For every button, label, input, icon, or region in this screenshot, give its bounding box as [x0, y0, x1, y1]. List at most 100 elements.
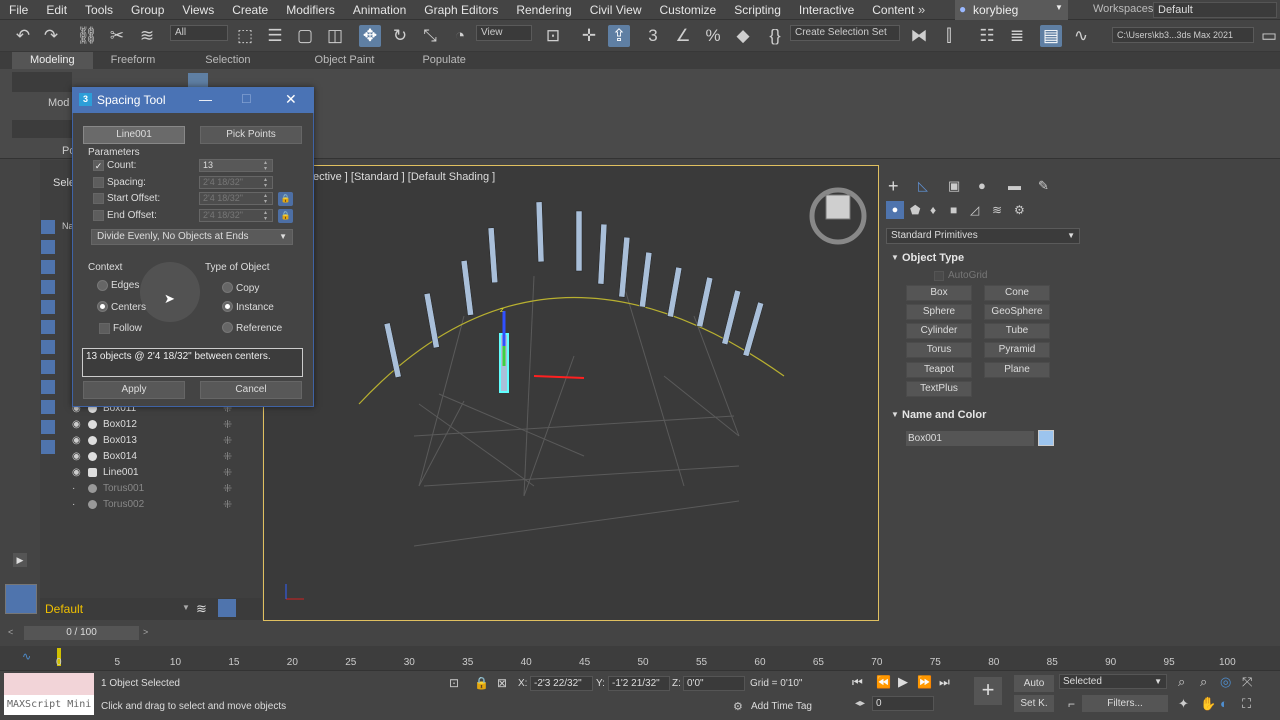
- scene-row[interactable]: ◉ Box012 ⁜: [72, 416, 258, 432]
- menu-rendering[interactable]: Rendering: [507, 0, 580, 20]
- edit-named-selection-icon[interactable]: {}: [764, 25, 786, 47]
- named-selection-set-select[interactable]: Create Selection Set: [790, 25, 900, 41]
- play-icon[interactable]: ▶: [898, 674, 908, 690]
- end-offset-spinner[interactable]: 2'4 18/32": [199, 209, 273, 222]
- maximize-viewport-icon[interactable]: ⛶: [1242, 696, 1251, 712]
- filter-frozen-icon[interactable]: [41, 420, 55, 434]
- start-offset-lock-icon[interactable]: 🔒: [278, 192, 293, 206]
- start-offset-spinner[interactable]: 2'4 18/32": [199, 192, 273, 205]
- viewport-layout-icon[interactable]: [5, 584, 37, 614]
- menu-customize[interactable]: Customize: [651, 0, 726, 20]
- copy-radio[interactable]: [222, 282, 233, 293]
- freeze-icon[interactable]: ⁜: [223, 418, 232, 431]
- reference-coordinate-select[interactable]: View: [476, 25, 532, 41]
- utilities-tab-icon[interactable]: ✎: [1038, 178, 1049, 194]
- filter-helpers-icon[interactable]: [41, 300, 55, 314]
- freeze-icon[interactable]: ⁜: [223, 482, 232, 495]
- close-icon[interactable]: ✕: [285, 91, 297, 108]
- reference-radio[interactable]: [222, 322, 233, 333]
- ribbon-tool-group[interactable]: [12, 72, 72, 92]
- gizmo-x-axis[interactable]: [533, 375, 585, 379]
- key-mode-icon[interactable]: ◂▸: [855, 698, 865, 709]
- maximize-icon[interactable]: ☐: [241, 92, 252, 106]
- spacing-checkbox[interactable]: [93, 177, 104, 188]
- percent-snap-icon[interactable]: %: [702, 25, 724, 47]
- edges-radio[interactable]: [97, 280, 108, 291]
- time-tag-icon[interactable]: ⚙: [733, 700, 743, 713]
- selection-filter-select[interactable]: All: [170, 25, 228, 41]
- visibility-eye-icon[interactable]: ◉: [72, 467, 86, 478]
- ribbon-tool-group-2[interactable]: [12, 120, 72, 138]
- spinner-snap-icon[interactable]: ◆: [732, 25, 754, 47]
- isolate-selection-icon[interactable]: ⊡: [449, 676, 459, 690]
- zoom-extents-icon[interactable]: ◎: [1220, 674, 1231, 690]
- add-time-tag[interactable]: Add Time Tag: [751, 701, 812, 712]
- previous-frame-icon[interactable]: ⏪: [876, 675, 891, 689]
- layer-explorer-icon[interactable]: ≣: [1006, 25, 1028, 47]
- filter-cameras-icon[interactable]: [41, 280, 55, 294]
- menu-animation[interactable]: Animation: [344, 0, 415, 20]
- freeze-icon[interactable]: ⁜: [223, 466, 232, 479]
- set-key-button[interactable]: Set K.: [1014, 695, 1054, 712]
- helpers-category-icon[interactable]: ◿: [970, 203, 979, 217]
- select-manipulate-icon[interactable]: ✛: [578, 25, 600, 47]
- create-tab-icon[interactable]: +: [888, 176, 899, 197]
- x-coordinate-input[interactable]: -2'3 22/32": [530, 676, 593, 691]
- dialog-title[interactable]: Spacing Tool: [72, 87, 314, 113]
- count-spinner[interactable]: 13: [199, 159, 273, 172]
- tab-freeform[interactable]: Freeform: [93, 52, 174, 69]
- user-account[interactable]: ● korybieg ▼: [955, 0, 1068, 20]
- shapes-category-icon[interactable]: ⬟: [910, 203, 920, 217]
- box-button[interactable]: Box: [906, 285, 972, 301]
- maxscript-listener-input[interactable]: [4, 673, 94, 695]
- rotate-icon[interactable]: ↻: [389, 25, 411, 47]
- redo-icon[interactable]: ↷: [40, 25, 62, 47]
- field-of-view-icon[interactable]: ✦: [1178, 696, 1189, 712]
- spacewarps-category-icon[interactable]: ≋: [992, 203, 1002, 217]
- tab-populate[interactable]: Populate: [404, 52, 483, 69]
- freeze-icon[interactable]: ⁜: [223, 434, 232, 447]
- name-and-color-title[interactable]: Name and Color: [902, 409, 986, 421]
- orbit-icon[interactable]: ◐: [1220, 696, 1228, 711]
- scene-row[interactable]: ◉ Line001 ⁜: [72, 464, 258, 480]
- menu-content[interactable]: Content: [863, 0, 923, 20]
- filter-bones-icon[interactable]: [41, 380, 55, 394]
- time-slider-prev-icon[interactable]: <: [8, 627, 13, 637]
- textplus-button[interactable]: TextPlus: [906, 381, 972, 397]
- minimize-icon[interactable]: —: [199, 92, 212, 107]
- maxscript-mini-listener[interactable]: MAXScript Mini: [4, 695, 94, 715]
- visibility-eye-icon[interactable]: ◉: [72, 435, 86, 446]
- tab-object-paint[interactable]: Object Paint: [297, 52, 393, 69]
- object-name-input[interactable]: Box001: [906, 431, 1034, 446]
- menu-graph-editors[interactable]: Graph Editors: [415, 0, 507, 20]
- mirror-icon[interactable]: ⧓: [908, 25, 930, 47]
- end-offset-checkbox[interactable]: [93, 210, 104, 221]
- pivot-icon[interactable]: ⊡: [542, 25, 564, 47]
- menu-overflow-icon[interactable]: »: [918, 2, 925, 17]
- filter-containers-icon[interactable]: [41, 400, 55, 414]
- curve-editor-icon[interactable]: ∿: [1070, 25, 1092, 47]
- end-offset-lock-icon[interactable]: 🔒: [278, 209, 293, 223]
- window-crossing-icon[interactable]: ◫: [324, 25, 346, 47]
- sphere-button[interactable]: Sphere: [906, 304, 972, 320]
- go-to-end-icon[interactable]: ⏭: [939, 675, 950, 690]
- filter-lights-icon[interactable]: [41, 260, 55, 274]
- follow-checkbox[interactable]: [99, 323, 110, 334]
- next-frame-icon[interactable]: ⏩: [917, 675, 932, 689]
- angle-snap-icon[interactable]: ∠: [672, 25, 694, 47]
- scene-row[interactable]: · Torus001 ⁜: [72, 480, 258, 496]
- filter-shapes-icon[interactable]: [41, 240, 55, 254]
- pan-view-icon[interactable]: ✋: [1200, 696, 1216, 712]
- scale-icon[interactable]: ⤡: [419, 25, 441, 47]
- freeze-icon[interactable]: ⁜: [223, 450, 232, 463]
- current-layer[interactable]: Default: [45, 602, 83, 616]
- rect-selection-icon[interactable]: ▢: [294, 25, 316, 47]
- freeze-icon[interactable]: ⁜: [223, 498, 232, 511]
- key-filter-select[interactable]: Selected ▼: [1059, 674, 1167, 689]
- expand-arrow-icon[interactable]: ▶: [13, 553, 27, 567]
- go-to-start-icon[interactable]: ⏮: [852, 675, 863, 690]
- time-slider-thumb[interactable]: 0 / 100: [24, 626, 139, 640]
- key-filters-button[interactable]: Filters...: [1082, 695, 1168, 712]
- hidden-eye-icon[interactable]: ·: [72, 499, 86, 510]
- autogrid-checkbox[interactable]: [934, 271, 944, 281]
